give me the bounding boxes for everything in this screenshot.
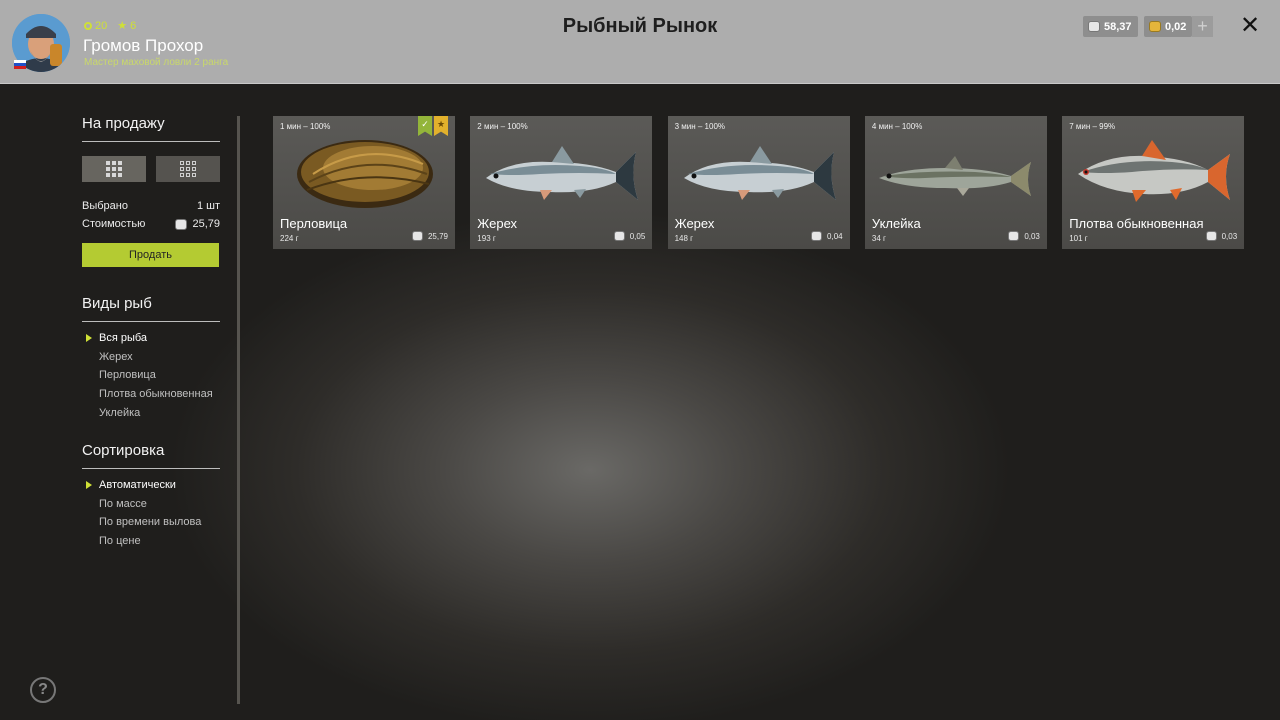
silver-balance: 58,37 — [1083, 16, 1138, 37]
sale-divider — [82, 141, 220, 142]
sorting-divider — [82, 468, 220, 469]
gold-coin-icon — [1149, 21, 1161, 32]
catch-time: 4 мин – 100% — [871, 122, 923, 131]
sort-option-item[interactable]: Автоматически — [86, 479, 176, 491]
species-filter-item[interactable]: Уклейка — [99, 407, 140, 419]
silver-coin-icon — [1205, 231, 1217, 241]
fish-card[interactable]: 1 мин – 100% Перловица 224 г 25,79 ✓ ★ — [273, 116, 455, 249]
silver-coin-icon — [811, 231, 823, 241]
selected-check-icon: ✓ — [418, 116, 432, 136]
sale-section-title: На продажу — [82, 115, 165, 132]
fish-price: 0,04 — [811, 231, 843, 241]
catch-time: 2 мин – 100% — [477, 122, 528, 131]
fish-price: 0,05 — [613, 231, 646, 241]
fish-name: Жерех — [674, 216, 715, 231]
grid-large-icon — [106, 161, 122, 177]
fish-price: 0,03 — [1205, 231, 1238, 241]
fish-weight: 148 г — [674, 234, 694, 243]
gold-balance: 0,02 — [1144, 16, 1193, 37]
fish-name: Уклейка — [871, 216, 921, 231]
player-rank: Мастер маховой ловли 2 ранга — [84, 57, 229, 68]
species-filter-item[interactable]: Жерех — [99, 351, 133, 363]
sort-option-item[interactable]: По времени вылова — [99, 516, 201, 528]
roach-fish-icon — [1078, 140, 1231, 202]
fish-name: Перловица — [280, 216, 348, 231]
sort-option-item[interactable]: По цене — [99, 535, 141, 547]
top-bar: 20 ★ 6 Громов Прохор Мастер маховой ловли… — [0, 0, 1280, 84]
fish-price-value: 0,05 — [629, 231, 646, 241]
sorting-section-title: Сортировка — [82, 442, 165, 459]
selected-label: Выбрано — [82, 200, 128, 212]
sidebar-divider — [237, 116, 240, 704]
gold-balance-value: 0,02 — [1165, 20, 1187, 33]
asp-fish-icon — [486, 146, 639, 200]
grid-view-large-button[interactable] — [82, 156, 146, 182]
cost-row: Стоимостью 25,79 — [82, 218, 220, 230]
sort-option-item[interactable]: По массе — [99, 498, 147, 510]
silver-coin-icon — [175, 218, 188, 230]
silver-coin-icon — [411, 231, 423, 241]
fish-card[interactable]: 3 мин – 100% Жерех 148 г 0,04 — [667, 116, 850, 249]
fish-weight: 101 г — [1069, 234, 1088, 243]
mussel-icon — [297, 140, 433, 208]
fish-card[interactable]: 4 мин – 100% Уклейка 34 г 0,03 — [864, 116, 1047, 249]
fish-name: Плотва обыкновенная — [1069, 216, 1204, 231]
cost-amount: 25,79 — [175, 218, 220, 230]
silver-coin-icon — [1088, 21, 1100, 32]
silver-balance-value: 58,37 — [1104, 20, 1132, 33]
bleak-fish-icon — [878, 156, 1031, 196]
player-name: Громов Прохор — [83, 36, 204, 55]
help-button[interactable]: ? — [30, 677, 56, 703]
fish-card[interactable]: 7 мин – 99% Плотва обыкновенная 101 г 0,… — [1062, 116, 1245, 249]
species-filter-item[interactable]: Вся рыба — [85, 332, 147, 344]
favorite-star-icon[interactable]: ★ — [434, 116, 448, 136]
add-currency-button[interactable]: + — [1192, 16, 1213, 37]
grid-small-icon — [180, 161, 196, 177]
species-divider — [82, 321, 220, 322]
close-button[interactable]: ✕ — [1240, 14, 1260, 38]
species-filter-item[interactable]: Плотва обыкновенная — [99, 388, 213, 400]
fish-price-value: 0,04 — [827, 231, 843, 241]
fish-weight: 193 г — [477, 234, 496, 243]
cost-label: Стоимостью — [82, 218, 146, 230]
fish-price-value: 25,79 — [427, 231, 448, 241]
fish-price: 25,79 — [411, 231, 448, 241]
catch-time: 7 мин – 99% — [1069, 122, 1116, 131]
fish-price: 0,03 — [1008, 231, 1040, 241]
fish-price-value: 0,03 — [1024, 231, 1040, 241]
selected-count-row: Выбрано 1 шт — [82, 200, 220, 212]
silver-coin-icon — [613, 231, 625, 241]
country-flag-icon — [14, 60, 26, 69]
fish-price-value: 0,03 — [1221, 231, 1238, 241]
selected-value: 1 шт — [196, 200, 220, 212]
catch-time: 3 мин – 100% — [674, 122, 726, 131]
silver-coin-icon — [1008, 231, 1020, 241]
species-section-title: Виды рыб — [82, 295, 152, 312]
fish-weight: 224 г — [280, 234, 299, 243]
species-filter-item[interactable]: Перловица — [99, 369, 156, 381]
fish-card[interactable]: 2 мин – 100% Жерех 193 г 0,05 — [470, 116, 653, 249]
cost-value: 25,79 — [192, 218, 220, 230]
grid-view-small-button[interactable] — [156, 156, 220, 182]
asp-fish-icon — [683, 146, 836, 200]
sell-button[interactable]: Продать — [82, 243, 219, 267]
catch-time: 1 мин – 100% — [280, 122, 331, 131]
fish-name: Жерех — [477, 216, 518, 231]
fish-weight: 34 г — [871, 234, 886, 243]
